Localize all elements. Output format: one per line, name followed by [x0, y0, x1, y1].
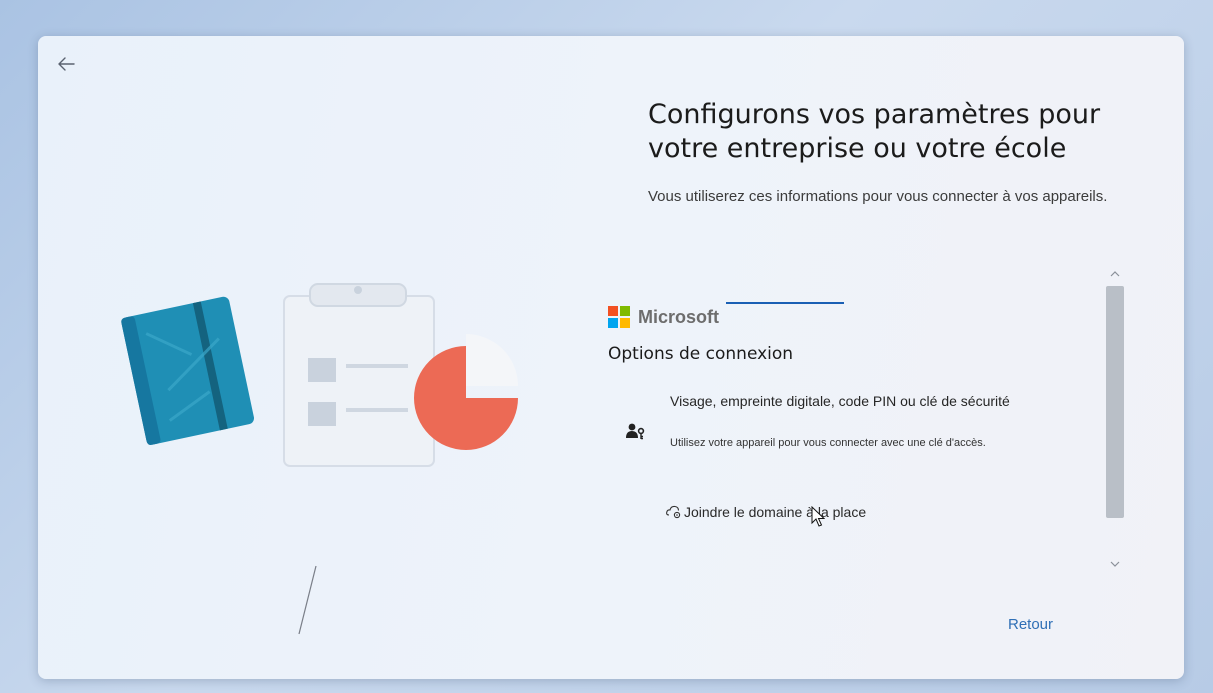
chevron-up-icon[interactable] [1110, 270, 1120, 278]
notebook-icon [121, 296, 255, 445]
progress-indicator [726, 302, 844, 304]
page-title: Configurons vos paramètres pour votre en… [648, 99, 1101, 164]
user-key-icon [626, 423, 645, 440]
scrollbar[interactable] [1102, 270, 1128, 576]
stray-pen-mark [298, 565, 317, 635]
domain-icon [666, 505, 681, 519]
back-button[interactable]: Retour [998, 612, 1063, 637]
back-arrow-button[interactable] [52, 50, 80, 78]
desktop-background: Configurons vos paramètres pour votre en… [0, 0, 1213, 693]
signin-frame: Microsoft Options de connexion Visage, e… [600, 268, 1080, 588]
back-arrow-icon [58, 57, 75, 71]
passkey-option-title: Visage, empreinte digitale, code PIN ou … [670, 393, 1010, 409]
page-subtitle: Vous utiliserez ces informations pour vo… [648, 188, 1108, 205]
join-domain-link[interactable]: Joindre le domaine à la place [666, 504, 866, 520]
passkey-option-description: Utilisez votre appareil pour vous connec… [670, 437, 986, 449]
right-panel: Configurons vos paramètres pour votre en… [648, 98, 1138, 208]
signin-options-title: Options de connexion [608, 344, 794, 364]
join-domain-label: Joindre le domaine à la place [684, 504, 867, 520]
clipboard-icon [283, 283, 435, 467]
mouse-cursor-icon [811, 506, 825, 527]
scrollbar-thumb[interactable] [1106, 286, 1124, 518]
microsoft-brand-name: Microsoft [638, 306, 719, 327]
microsoft-logo-icon [608, 306, 630, 328]
passkey-option[interactable]: Visage, empreinte digitale, code PIN ou … [626, 390, 1016, 472]
chevron-down-icon[interactable] [1110, 560, 1120, 568]
setup-illustration [121, 283, 518, 467]
microsoft-logo: Microsoft [608, 306, 719, 328]
